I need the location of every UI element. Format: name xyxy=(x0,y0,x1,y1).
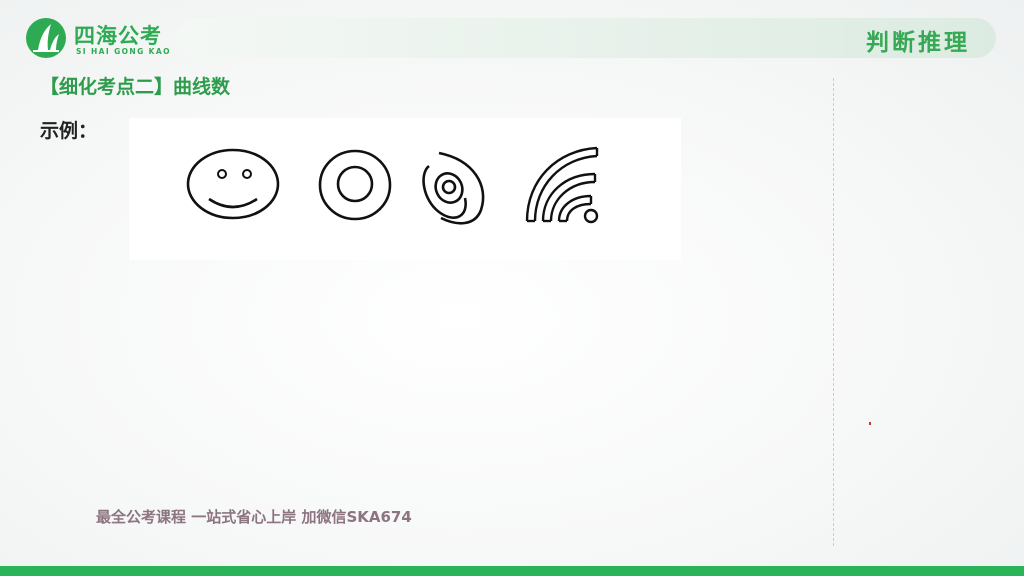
section-title: 判断推理 xyxy=(866,30,970,56)
topic-heading: 【细化考点二】曲线数 xyxy=(40,76,231,98)
concentric-circles-icon xyxy=(318,149,392,221)
brand-logo: 四海公考 SI HAI GONG KAO xyxy=(24,16,174,60)
example-figure-panel xyxy=(129,118,681,260)
brand-name-en: SI HAI GONG KAO xyxy=(76,47,171,56)
smiley-face-icon xyxy=(186,148,280,220)
header-bar: 判断推理 xyxy=(176,18,996,58)
cursor-dot xyxy=(869,422,871,425)
example-label: 示例： xyxy=(40,120,98,142)
sail-leaf-icon xyxy=(26,18,66,58)
spiral-ellipses-icon xyxy=(422,151,485,225)
watermark-text: 最全公考课程 一站式省心上岸 加微信SKA674 xyxy=(96,508,412,526)
quarter-arcs-icon xyxy=(525,146,599,224)
brand-name: 四海公考 xyxy=(74,24,162,48)
vertical-divider xyxy=(833,78,834,546)
bottom-bar xyxy=(0,566,1024,576)
